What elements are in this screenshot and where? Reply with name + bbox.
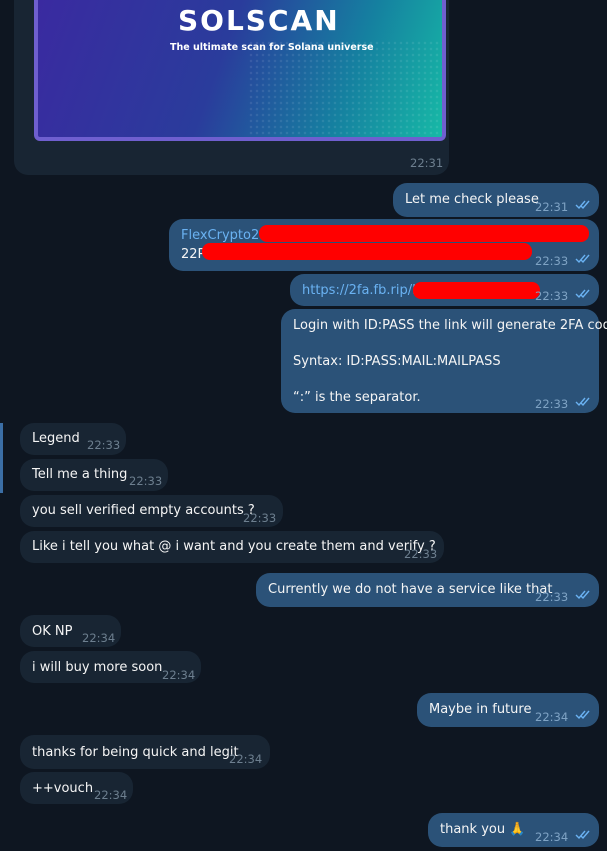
outgoing-message[interactable]: Let me check please 22:31 xyxy=(393,183,599,217)
incoming-message[interactable]: thanks for being quick and legit 22:34 xyxy=(20,735,270,769)
message-time: 22:33 xyxy=(535,254,569,268)
incoming-message[interactable]: you sell verified empty accounts ? 22:33 xyxy=(20,495,283,527)
banner-tagline: The ultimate scan for Solana universe xyxy=(170,42,374,53)
message-text: Legend xyxy=(32,431,80,446)
outgoing-message[interactable]: thank you 🙏 22:34 xyxy=(428,813,599,847)
message-text: Currently we do not have a service like … xyxy=(268,582,553,597)
message-text: Tell me a thing xyxy=(32,467,128,482)
image-message[interactable]: SOLSCAN The ultimate scan for Solana uni… xyxy=(14,0,449,175)
message-time: 22:34 xyxy=(535,830,569,844)
message-time: 22:31 xyxy=(535,200,569,214)
read-checkmarks-icon xyxy=(575,830,593,840)
outgoing-message[interactable]: https://2fa.fb.rip/L6 22:33 xyxy=(290,274,599,306)
message-text: “:” is the separator. xyxy=(293,390,421,405)
read-checkmarks-icon xyxy=(575,710,593,720)
message-link[interactable]: https://2fa.fb.rip/L6 xyxy=(302,282,428,300)
message-time: 22:33 xyxy=(535,289,569,303)
message-time: 22:34 xyxy=(94,788,128,802)
message-time: 22:34 xyxy=(229,752,263,766)
incoming-message[interactable]: Like i tell you what @ i want and you cr… xyxy=(20,531,444,563)
message-text: ++vouch xyxy=(32,781,94,796)
outgoing-message[interactable]: Maybe in future 22:34 xyxy=(417,693,599,727)
read-checkmarks-icon xyxy=(575,397,593,407)
message-text: Login with ID:PASS the link will generat… xyxy=(293,318,607,333)
redaction-mark xyxy=(259,225,589,242)
message-text: Let me check please xyxy=(405,192,539,207)
message-time: 22:34 xyxy=(535,710,569,724)
message-text: thank you 🙏 xyxy=(440,822,526,837)
outgoing-message[interactable]: Currently we do not have a service like … xyxy=(256,573,599,607)
solscan-banner-image[interactable]: SOLSCAN The ultimate scan for Solana uni… xyxy=(34,0,446,141)
message-group-indicator xyxy=(0,423,3,493)
banner-dot-pattern xyxy=(248,40,442,137)
incoming-message[interactable]: ++vouch 22:34 xyxy=(20,772,133,804)
message-time: 22:33 xyxy=(87,438,121,452)
message-text: Like i tell you what @ i want and you cr… xyxy=(32,539,436,554)
redaction-mark xyxy=(413,282,540,299)
incoming-message[interactable]: OK NP 22:34 xyxy=(20,615,121,647)
message-time: 22:33 xyxy=(243,511,277,525)
incoming-message[interactable]: Tell me a thing 22:33 xyxy=(20,459,168,491)
message-text: you sell verified empty accounts ? xyxy=(32,503,255,518)
message-time: 22:34 xyxy=(82,631,116,645)
message-time: 22:31 xyxy=(410,156,444,170)
message-text: thanks for being quick and legit xyxy=(32,745,239,760)
read-checkmarks-icon xyxy=(575,254,593,264)
incoming-message[interactable]: i will buy more soon 22:34 xyxy=(20,651,201,683)
message-text: Maybe in future xyxy=(429,702,532,717)
message-time: 22:34 xyxy=(162,668,196,682)
message-time: 22:33 xyxy=(535,397,569,411)
message-time: 22:33 xyxy=(129,474,163,488)
message-text: i will buy more soon xyxy=(32,660,163,675)
incoming-message[interactable]: Legend 22:33 xyxy=(20,423,126,455)
outgoing-message[interactable]: Login with ID:PASS the link will generat… xyxy=(281,309,607,413)
banner-brand: SOLSCAN xyxy=(178,4,340,37)
redaction-mark xyxy=(202,243,532,260)
read-checkmarks-icon xyxy=(575,289,593,299)
message-time: 22:33 xyxy=(535,590,569,604)
outgoing-message[interactable]: FlexCrypto2f: 22P 22:33 xyxy=(169,219,599,271)
message-time: 22:33 xyxy=(404,547,438,561)
message-text: Syntax: ID:PASS:MAIL:MAILPASS xyxy=(293,354,501,369)
read-checkmarks-icon xyxy=(575,590,593,600)
message-text: OK NP xyxy=(32,624,73,639)
read-checkmarks-icon xyxy=(575,200,593,210)
